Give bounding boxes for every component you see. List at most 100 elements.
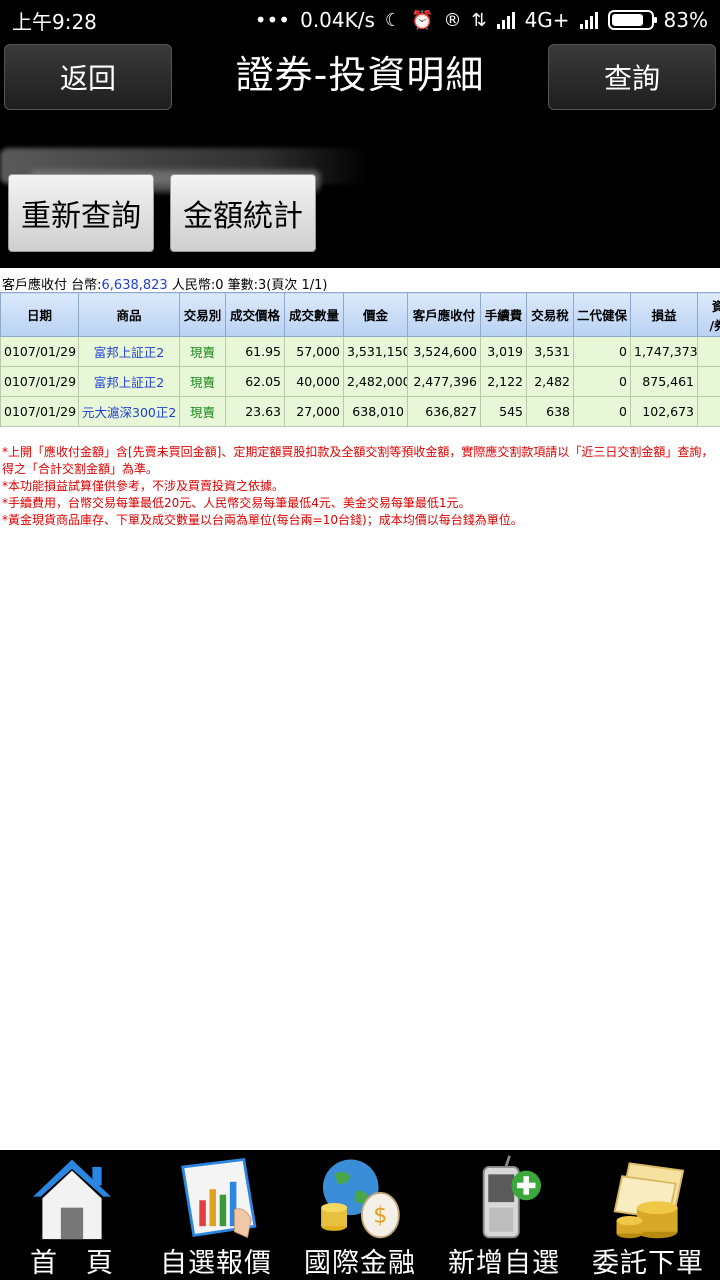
network-type: 4G+ (524, 8, 570, 32)
table-cell: 0107/01/29 (0, 336, 79, 367)
table-cell: 57,000 (284, 336, 344, 367)
note-line: *上開「應收付金額」含[先賣未買回金額]、定期定額買股扣款及全額交割等預收金額，… (2, 445, 714, 459)
table-cell: 638,010 (343, 396, 408, 427)
back-button[interactable]: 返回 (4, 44, 172, 110)
table-cell: 875,461 (630, 366, 698, 397)
table-cell: 2,122 (480, 366, 527, 397)
disclaimer-notes: *上開「應收付金額」含[先賣未買回金額]、定期定額買股扣款及全額交割等預收金額，… (2, 444, 720, 529)
table-cell: 0107/01/29 (0, 396, 79, 427)
table-cell: 27,000 (284, 396, 344, 427)
table-header-row: 日期 商品 交易別 成交價格 成交數量 價金 客戶應收付 手續費 交易稅 二代健… (0, 292, 720, 337)
table-cell: 61.95 (225, 336, 285, 367)
table-cell: 102,673 (630, 396, 698, 427)
table-cell: 現賣 (179, 396, 226, 427)
table-cell[interactable]: 富邦上証正2 (78, 366, 180, 397)
header-margin-l2: /券 (709, 317, 720, 333)
table-cell: 40,000 (284, 366, 344, 397)
header-pnl: 損益 (630, 292, 698, 337)
moon-icon: ☾ (384, 9, 402, 31)
network-speed: 0.04K/s (300, 8, 375, 32)
note-line: *手續費用，台幣交易每筆最低20元、人民幣交易每筆最低4元、美金交易每筆最低1元… (2, 496, 471, 510)
table-row[interactable]: 0107/01/29 富邦上証正2 現賣 61.95 57,000 3,531,150 3,… (0, 336, 720, 367)
table-cell: 0 (573, 396, 631, 427)
globe-money-icon: $ (321, 1159, 400, 1239)
table-cell: 1,747,373 (630, 336, 698, 367)
battery-icon (607, 10, 657, 30)
header-nhi: 二代健保 (573, 292, 631, 337)
detail-table: 日期 商品 交易別 成交價格 成交數量 價金 客戶應收付 手續費 交易稅 二代健… (0, 292, 720, 427)
table-row[interactable]: 0107/01/29 富邦上証正2 現賣 62.05 40,000 2,482,000 2,… (0, 366, 720, 397)
battery-percent: 83% (663, 8, 708, 32)
amount-stats-button[interactable]: 金額統計 (170, 174, 316, 252)
table-cell: 2,482,000 (343, 366, 408, 397)
table-cell: 545 (480, 396, 527, 427)
header-margin-l1: 資 (711, 298, 720, 314)
table-cell: 現賣 (179, 336, 226, 367)
table-cell: 62.05 (225, 366, 285, 397)
note-line: *本功能損益試算僅供參考，不涉及買賣投資之依據。 (2, 479, 285, 493)
battery-fill (611, 14, 644, 26)
note-line: *黃金現貨商品庫存、下單及成交數量以台兩為單位(每台兩=10台錢)；成本均價以每… (2, 513, 523, 527)
header-price: 成交價格 (225, 292, 285, 337)
summary-line: 客戶應收付 台幣:6,638,823 人民幣:0 筆數:3(頁次 1/1) (2, 274, 327, 293)
summary-rest: 人民幣:0 筆數:3(頁次 1/1) (167, 278, 328, 293)
header-amount: 價金 (343, 292, 408, 337)
nav-place-order-label: 委託下單 (592, 1248, 704, 1279)
coins-order-icon (613, 1162, 685, 1239)
nav-place-order[interactable]: 委託下單 (576, 1150, 720, 1280)
table-cell: 現賣 (179, 366, 226, 397)
summary-prefix: 客戶應收付 台幣: (2, 278, 102, 293)
svg-text:$: $ (373, 1202, 387, 1228)
table-cell[interactable]: 富邦上証正2 (78, 336, 180, 367)
table-cell: 23.63 (225, 396, 285, 427)
bottom-nav: 首 頁 自選報價 $ 國際金融 新增自選 委託下單 (0, 1150, 720, 1280)
table-cell (697, 366, 720, 397)
header-trade-type: 交易別 (179, 292, 226, 337)
query-button[interactable]: 查詢 (548, 44, 716, 110)
table-cell: 636,827 (407, 396, 481, 427)
table-cell: 638 (526, 396, 574, 427)
alarm-icon: ⏰ (411, 9, 434, 31)
table-cell: 3,019 (480, 336, 527, 367)
registered-icon: ® (443, 9, 462, 31)
header-date: 日期 (0, 292, 79, 337)
nav-watchlist-quotes-label: 自選報價 (160, 1248, 272, 1279)
page-title: 證券-投資明細 (235, 53, 485, 97)
summary-twd: 6,638,823 (101, 278, 168, 293)
data-arrows-icon: ⇅ (471, 9, 487, 31)
requery-button[interactable]: 重新查詢 (8, 174, 154, 252)
table-cell: 0107/01/29 (0, 366, 79, 397)
nav-home[interactable]: 首 頁 (0, 1150, 144, 1280)
phone-add-icon (482, 1155, 542, 1239)
table-row[interactable]: 0107/01/29 元大滬深300正2 現賣 23.63 27,000 638,010 6… (0, 396, 720, 427)
chart-quote-icon (181, 1158, 257, 1238)
detail-table-container[interactable]: 日期 商品 交易別 成交價格 成交數量 價金 客戶應收付 手續費 交易稅 二代健… (0, 292, 720, 428)
table-cell (697, 396, 720, 427)
table-cell: 0 (573, 336, 631, 367)
header-receivable: 客戶應收付 (407, 292, 481, 337)
home-icon (33, 1159, 111, 1240)
nav-international-finance[interactable]: $ 國際金融 (288, 1150, 432, 1280)
header-margin: 資/券 (697, 292, 720, 337)
table-cell[interactable]: 元大滬深300正2 (78, 396, 180, 427)
header-product: 商品 (78, 292, 180, 337)
table-cell: 2,482 (526, 366, 574, 397)
nav-add-watchlist-label: 新增自選 (448, 1248, 560, 1279)
note-line: 得之「合計交割金額」為準。 (2, 462, 159, 476)
signal-icon (496, 11, 515, 29)
notification-dots: ••• (254, 8, 291, 32)
table-cell: 3,531,150 (343, 336, 408, 367)
nav-watchlist-quotes[interactable]: 自選報價 (144, 1150, 288, 1280)
table-cell: 3,531 (526, 336, 574, 367)
nav-home-label: 首 頁 (30, 1248, 114, 1279)
table-cell: 3,524,600 (407, 336, 481, 367)
header-tax: 交易稅 (526, 292, 574, 337)
nav-international-finance-label: 國際金融 (304, 1248, 416, 1279)
status-icons: ••• 0.04K/s ☾ ⏰ ® ⇅ 4G+ 83% (255, 8, 708, 32)
header-quantity: 成交數量 (284, 292, 344, 337)
table-cell (697, 336, 720, 367)
nav-add-watchlist[interactable]: 新增自選 (432, 1150, 576, 1280)
table-cell: 0 (573, 366, 631, 397)
status-bar: 上午9:28 ••• 0.04K/s ☾ ⏰ ® ⇅ 4G+ 83% (0, 0, 720, 40)
header: 返回 證券-投資明細 查詢 重新查詢 金額統計 (0, 40, 720, 268)
